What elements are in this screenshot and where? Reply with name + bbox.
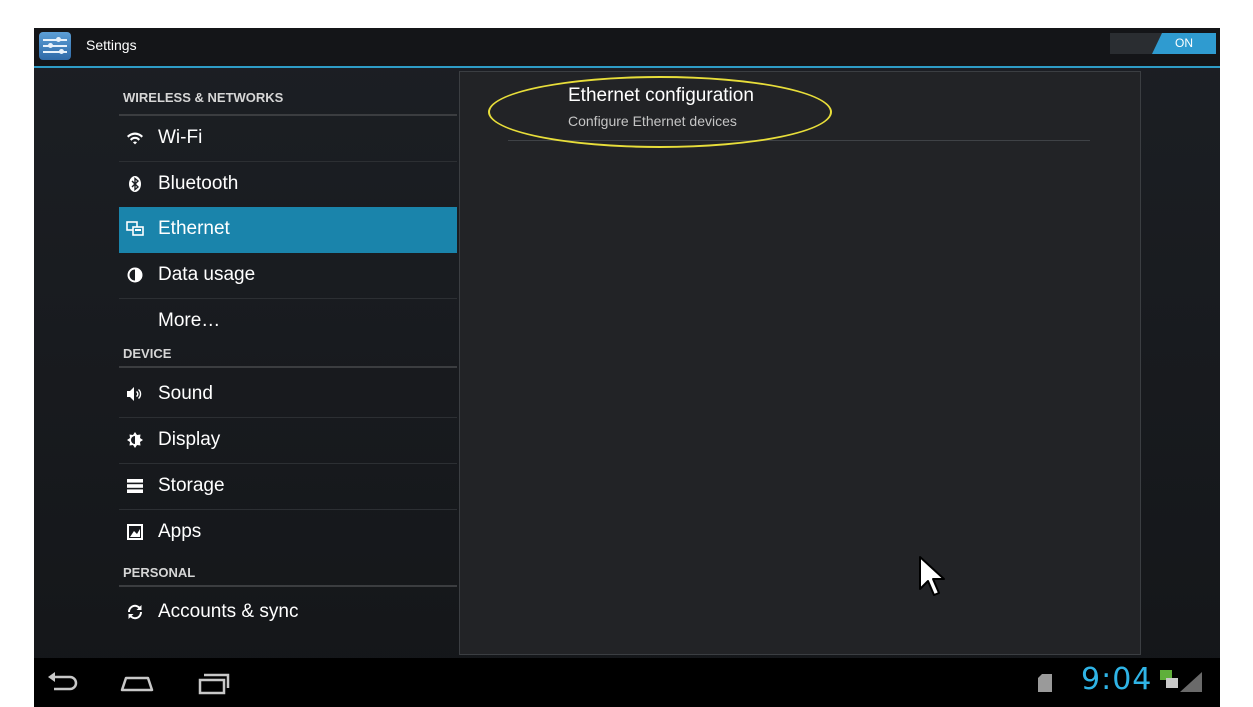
wifi-icon (125, 128, 145, 148)
sidebar-item-label: Data usage (158, 264, 256, 285)
page-title: Settings (86, 37, 137, 53)
sidebar-item-more[interactable]: More… (119, 299, 457, 345)
android-settings-screen: Settings ON WIRELESS & NETWORKS Wi-Fi Bl… (34, 28, 1220, 707)
recent-apps-icon (198, 673, 230, 695)
signal-icon (1180, 672, 1202, 692)
apps-icon (125, 522, 145, 542)
mouse-cursor-icon (919, 556, 945, 596)
section-header-device: DEVICE (119, 346, 457, 368)
sidebar-item-accounts-sync[interactable]: Accounts & sync (119, 590, 457, 636)
sidebar-item-label: Ethernet (158, 218, 230, 239)
bluetooth-icon (125, 174, 145, 194)
sidebar-item-label: Apps (158, 521, 202, 542)
ethernet-status-icon (1160, 670, 1178, 688)
sidebar-item-wifi[interactable]: Wi-Fi (119, 116, 457, 162)
sidebar-item-label: More… (158, 310, 221, 331)
sidebar-item-label: Storage (158, 475, 225, 496)
sidebar-item-data-usage[interactable]: Data usage (119, 253, 457, 299)
sync-icon (125, 602, 145, 622)
home-button[interactable] (118, 668, 156, 698)
sidebar-item-label: Wi-Fi (158, 127, 203, 148)
sidebar-item-label: Display (158, 429, 221, 450)
sidebar-item-storage[interactable]: Storage (119, 464, 457, 510)
display-icon (125, 430, 145, 450)
clock: 9:04 (1081, 662, 1153, 697)
settings-headers-list: WIRELESS & NETWORKS Wi-Fi Bluetooth Ethe… (119, 70, 457, 682)
highlight-ellipse-annotation (488, 76, 832, 148)
sidebar-item-sound[interactable]: Sound (119, 372, 457, 418)
sidebar-item-label: Sound (158, 383, 213, 404)
master-toggle-switch[interactable]: ON (1110, 33, 1216, 54)
back-icon (48, 672, 78, 691)
recent-apps-button[interactable] (194, 668, 232, 698)
section-header-wireless: WIRELESS & NETWORKS (119, 90, 457, 116)
sidebar-item-display[interactable]: Display (119, 418, 457, 464)
switch-on-label: ON (1152, 33, 1216, 54)
home-icon (120, 676, 154, 692)
data-usage-icon (125, 265, 145, 285)
sidebar-item-ethernet[interactable]: Ethernet (119, 207, 457, 253)
storage-icon (125, 476, 145, 496)
sidebar-item-apps[interactable]: Apps (119, 510, 457, 556)
detail-pane: Ethernet configuration Configure Etherne… (459, 71, 1141, 655)
sidebar-item-label: Accounts & sync (158, 601, 299, 622)
sidebar-item-label: Bluetooth (158, 173, 239, 194)
back-button[interactable] (44, 668, 82, 698)
section-header-personal: PERSONAL (119, 565, 457, 587)
settings-app-icon[interactable] (39, 32, 71, 60)
sd-card-icon (1038, 674, 1052, 692)
sidebar-item-bluetooth[interactable]: Bluetooth (119, 162, 457, 208)
action-bar: Settings ON (34, 28, 1220, 68)
sound-icon (125, 384, 145, 404)
ethernet-icon (125, 219, 145, 239)
system-navigation-bar: 9:04 (34, 658, 1220, 707)
